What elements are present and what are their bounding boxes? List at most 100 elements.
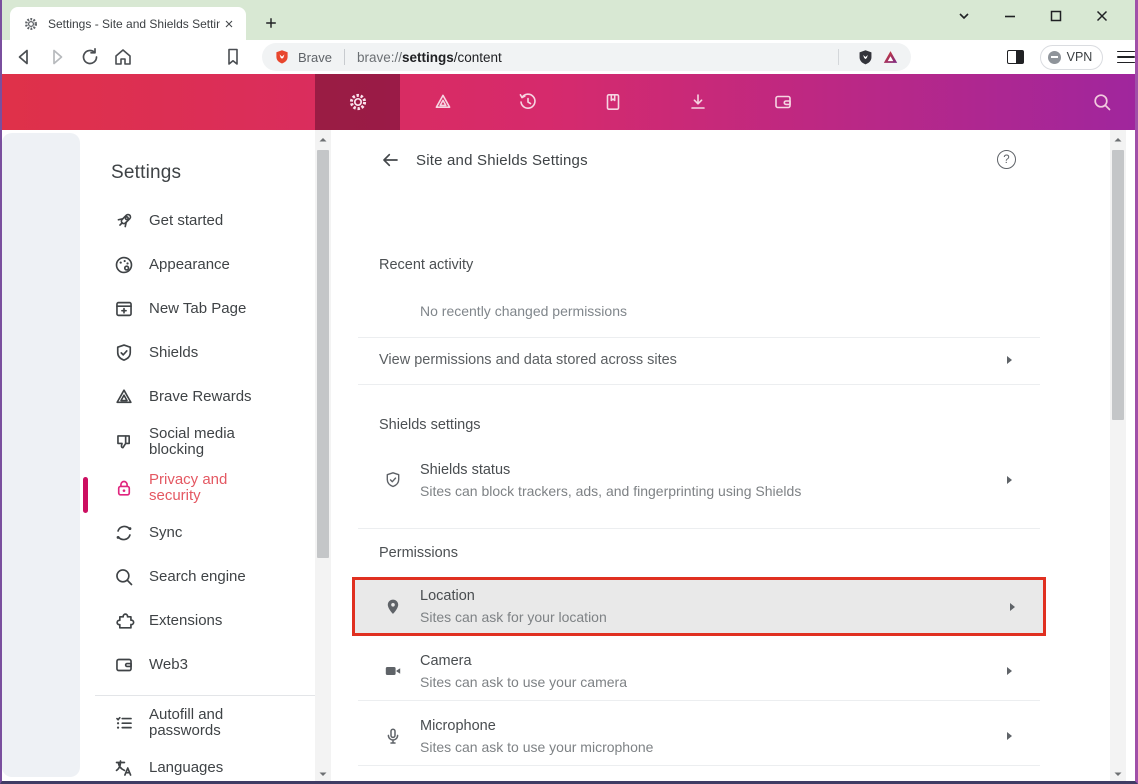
settings-sidebar: Settings Get started Appearance New Tab … [95,162,315,784]
brave-shield-icon[interactable] [274,49,290,65]
hamburger-menu-icon[interactable] [1117,51,1135,64]
maximize-button[interactable] [1033,1,1079,31]
tab-search-chevron-icon[interactable] [941,1,987,31]
sync-icon [113,522,135,544]
divider [358,384,1040,385]
tab-strip: Settings - Site and Shields Settin [2,0,1135,40]
vpn-status-icon [1048,51,1061,64]
sidebar-item-social-media-blocking[interactable]: Social media blocking [95,419,315,465]
scroll-down-icon[interactable] [1113,769,1123,779]
page-title: Site and Shields Settings [416,152,588,169]
sidebar-item-shields[interactable]: Shields [95,331,315,375]
sidebar-item-autofill-and-passwords[interactable]: Autofill and passwords [95,700,315,746]
permission-row-microphone[interactable]: Microphone Sites can ask to use your mic… [358,707,1040,765]
site-button-label: Brave [298,50,332,65]
nav-wallet-icon[interactable] [740,74,825,130]
camera-icon [383,661,403,681]
scrollbar-thumb[interactable] [317,150,329,558]
shields-panel-icon[interactable] [857,49,874,66]
rocket-icon [113,210,135,232]
divider [358,528,1040,529]
scroll-up-icon[interactable] [1113,135,1123,145]
microphone-icon [383,726,403,746]
new-tab-button[interactable] [258,10,284,36]
divider [358,337,1040,338]
url-divider [344,49,345,65]
divider [358,700,1040,701]
chevron-right-icon [1007,476,1012,484]
sidebar-item-sync[interactable]: Sync [95,511,315,555]
back-button[interactable] [13,46,35,68]
gear-favicon-icon [23,16,39,32]
chevron-right-icon [1010,603,1015,611]
permission-row-location[interactable]: Location Sites can ask for your location [352,577,1046,636]
view-permissions-row[interactable]: View permissions and data stored across … [358,345,1040,375]
left-gutter-panel [2,133,80,777]
wallet-icon [113,654,135,676]
sidebar-item-new-tab-page[interactable]: New Tab Page [95,287,315,331]
sidebar-item-brave-rewards[interactable]: Brave Rewards [95,375,315,419]
sidebar-divider [95,695,315,696]
sidebar-item-extensions[interactable]: Extensions [95,599,315,643]
close-window-button[interactable] [1079,1,1125,31]
nav-history-clock-icon[interactable] [485,74,570,130]
sidebar-item-web3[interactable]: Web3 [95,643,315,687]
thumbs-down-icon [113,431,135,453]
section-heading-shields-settings: Shields settings [358,417,1040,433]
settings-content: Site and Shields Settings ? Recent activ… [332,130,1110,784]
section-heading-recent-activity: Recent activity [358,257,1040,273]
settings-app-nav [2,74,1135,130]
sidebar-item-privacy-and-security[interactable]: Privacy and security [95,465,315,511]
home-button[interactable] [112,46,134,68]
minimize-button[interactable] [987,1,1033,31]
help-icon[interactable]: ? [997,150,1016,169]
address-bar[interactable]: Brave brave://settings/content [262,43,911,71]
url-divider [838,49,839,65]
scroll-down-icon[interactable] [318,769,328,779]
recent-activity-empty-text: No recently changed permissions [358,303,1040,319]
tab-title: Settings - Site and Shields Settin [48,17,220,31]
sidebar-item-get-started[interactable]: Get started [95,199,315,243]
sidebar-toggle-icon[interactable] [1007,50,1024,64]
url-text: brave://settings/content [357,50,502,65]
chevron-right-icon [1007,732,1012,740]
brave-rewards-triangle-icon[interactable] [882,49,899,66]
browser-toolbar: Brave brave://settings/content VPN [2,40,1135,74]
location-pin-icon [383,597,403,617]
tab-close-icon[interactable] [220,15,238,33]
permission-row-camera[interactable]: Camera Sites can ask to use your camera [358,642,1040,700]
scroll-up-icon[interactable] [318,135,328,145]
scrollbar-thumb[interactable] [1112,150,1124,420]
nav-rewards-triangle-icon[interactable] [400,74,485,130]
vpn-label: VPN [1067,50,1093,64]
triangle-icon [113,386,135,408]
browser-tab[interactable]: Settings - Site and Shields Settin [10,7,246,40]
browser-window: Settings - Site and Shields Settin [0,0,1138,784]
puzzle-icon [113,610,135,632]
reload-button[interactable] [79,46,101,68]
chevron-right-icon [1007,667,1012,675]
vpn-button[interactable]: VPN [1040,45,1104,70]
bookmark-icon[interactable] [222,46,244,68]
sidebar-scrollbar[interactable] [315,130,331,784]
sidebar-item-languages[interactable]: Languages [95,746,315,784]
palette-icon [113,254,135,276]
lock-icon [113,477,135,499]
nav-downloads-icon[interactable] [655,74,740,130]
forward-button[interactable] [46,46,68,68]
new-tab-icon [113,298,135,320]
shields-status-row[interactable]: Shields status Sites can block trackers,… [358,450,1040,510]
shield-check-icon [383,470,403,490]
autofill-list-icon [113,712,135,734]
back-arrow-icon[interactable] [380,150,400,170]
nav-bookmarks-book-icon[interactable] [570,74,655,130]
shield-check-icon [113,342,135,364]
search-icon[interactable] [1091,91,1113,113]
search-icon [113,566,135,588]
sidebar-item-appearance[interactable]: Appearance [95,243,315,287]
sidebar-item-search-engine[interactable]: Search engine [95,555,315,599]
page-scrollbar[interactable] [1110,130,1126,784]
divider [358,765,1040,766]
translate-icon [113,757,135,779]
nav-settings-gear-icon[interactable] [315,74,400,130]
